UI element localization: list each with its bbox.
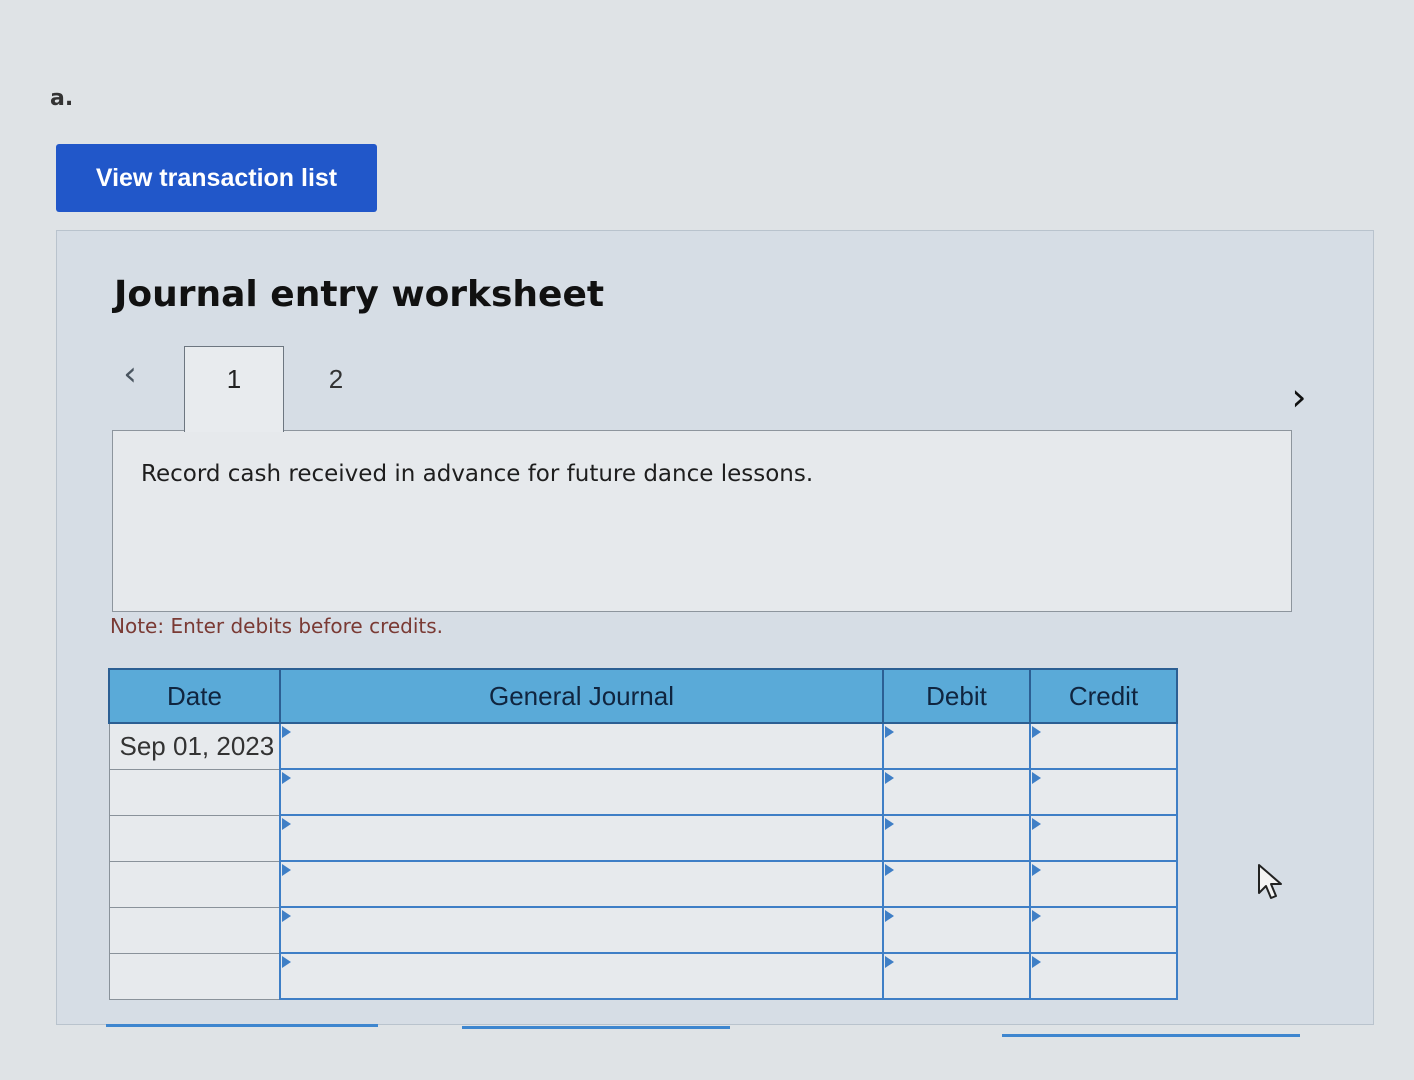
credit-cell[interactable] xyxy=(1029,860,1178,908)
debit-cell[interactable] xyxy=(882,768,1031,816)
account-cell[interactable] xyxy=(279,906,884,954)
debit-header: Debit xyxy=(882,668,1031,724)
account-cell[interactable] xyxy=(279,814,884,862)
debit-cell[interactable] xyxy=(882,860,1031,908)
debit-cell[interactable] xyxy=(882,952,1031,1000)
account-cell[interactable] xyxy=(279,722,884,770)
bottom-button-underline xyxy=(462,1026,730,1029)
transaction-description: Record cash received in advance for futu… xyxy=(112,430,1292,612)
table-row: Sep 01, 2023 xyxy=(108,722,1178,770)
credit-cell[interactable] xyxy=(1029,768,1178,816)
date-cell xyxy=(108,768,281,816)
account-cell[interactable] xyxy=(279,952,884,1000)
part-label: a. xyxy=(50,86,74,111)
account-cell[interactable] xyxy=(279,860,884,908)
credit-cell[interactable] xyxy=(1029,814,1178,862)
worksheet-title: Journal entry worksheet xyxy=(114,274,605,315)
table-row xyxy=(108,814,1178,862)
credit-cell[interactable] xyxy=(1029,952,1178,1000)
date-cell xyxy=(108,814,281,862)
note-text: Note: Enter debits before credits. xyxy=(110,614,444,638)
journal-header-row: Date General Journal Debit Credit xyxy=(108,668,1178,724)
bottom-button-underline xyxy=(1002,1034,1300,1037)
tab-1[interactable]: 1 xyxy=(184,346,284,432)
date-cell xyxy=(108,952,281,1000)
mouse-pointer-icon xyxy=(1258,864,1282,899)
chevron-left-icon[interactable]: ‹ xyxy=(116,354,144,394)
table-row xyxy=(108,860,1178,908)
credit-cell[interactable] xyxy=(1029,722,1178,770)
table-row xyxy=(108,952,1178,1000)
date-cell xyxy=(108,906,281,954)
debit-cell[interactable] xyxy=(882,814,1031,862)
credit-header: Credit xyxy=(1029,668,1178,724)
bottom-button-underline xyxy=(106,1024,378,1027)
journal-table: Date General Journal Debit Credit Sep 01… xyxy=(108,668,1178,1000)
date-header: Date xyxy=(108,668,281,724)
tab-2[interactable]: 2 xyxy=(286,346,386,432)
credit-cell[interactable] xyxy=(1029,906,1178,954)
general-journal-header: General Journal xyxy=(279,668,884,724)
table-row xyxy=(108,906,1178,954)
debit-cell[interactable] xyxy=(882,906,1031,954)
date-cell: Sep 01, 2023 xyxy=(108,722,281,770)
account-cell[interactable] xyxy=(279,768,884,816)
date-cell xyxy=(108,860,281,908)
table-row xyxy=(108,768,1178,816)
description-text: Record cash received in advance for futu… xyxy=(141,461,814,487)
view-transaction-list-button[interactable]: View transaction list xyxy=(56,144,377,212)
debit-cell[interactable] xyxy=(882,722,1031,770)
chevron-right-icon[interactable]: › xyxy=(1284,375,1314,419)
